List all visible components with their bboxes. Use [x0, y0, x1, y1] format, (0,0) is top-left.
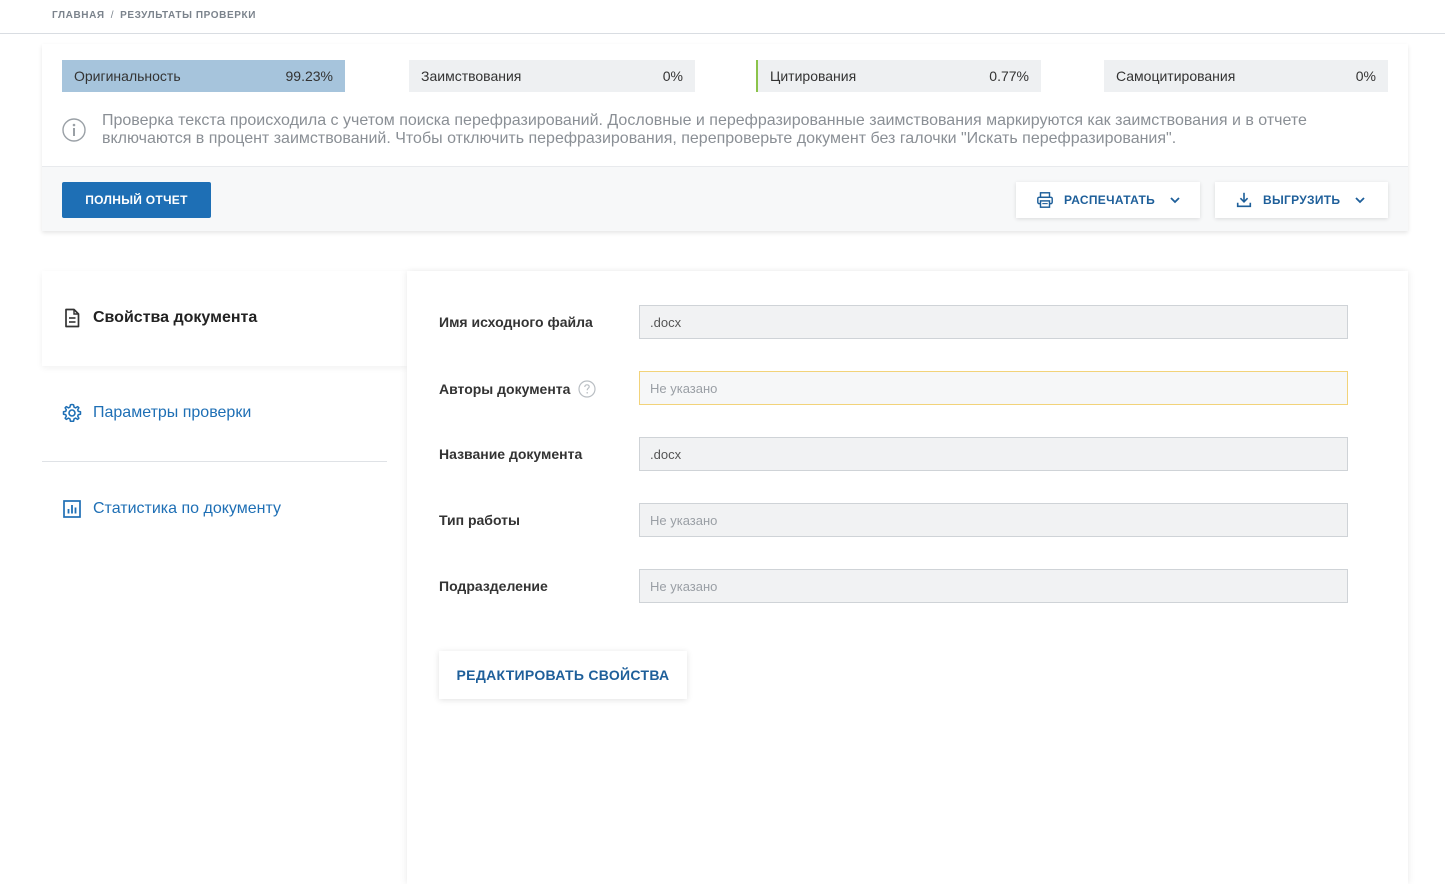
field-row-authors: Авторы документа	[439, 371, 1348, 405]
metric-originality-value: 99.23%	[285, 68, 333, 84]
breadcrumb-home-link[interactable]: ГЛАВНАЯ	[52, 10, 105, 21]
breadcrumb-bar: ГЛАВНАЯ / РЕЗУЛЬТАТЫ ПРОВЕРКИ	[0, 0, 1445, 34]
sidebar-item-label: Свойства документа	[93, 309, 258, 326]
sidebar-item-document-properties[interactable]: Свойства документа	[62, 308, 257, 328]
report-toolbar: ПОЛНЫЙ ОТЧЕТ РАСПЕЧАТАТЬ ВЫГРУЗИТЬ	[42, 166, 1408, 231]
info-text: Проверка текста происходила с учетом пои…	[102, 112, 1307, 147]
field-label: Имя исходного файла	[439, 314, 593, 330]
printer-icon	[1037, 192, 1053, 208]
chevron-down-icon	[1355, 197, 1365, 204]
download-icon	[1236, 192, 1252, 208]
metric-originality: Оригинальность 99.23%	[62, 60, 345, 92]
field-label: Авторы документа	[439, 381, 571, 397]
field-row-department: Подразделение	[439, 569, 1348, 603]
print-button-label: РАСПЕЧАТАТЬ	[1064, 193, 1156, 207]
department-field[interactable]	[639, 569, 1348, 603]
export-button[interactable]: ВЫГРУЗИТЬ	[1215, 182, 1388, 218]
metric-borrowings: Заимствования 0%	[409, 60, 695, 92]
field-row-title: Название документа	[439, 437, 1348, 471]
help-icon[interactable]	[578, 380, 597, 398]
sidebar-item-label: Параметры проверки	[93, 404, 252, 421]
chevron-down-icon	[1170, 197, 1180, 204]
field-row-source-file: Имя исходного файла	[439, 305, 1348, 339]
info-icon	[62, 118, 86, 142]
document-icon	[65, 308, 80, 328]
breadcrumb: ГЛАВНАЯ / РЕЗУЛЬТАТЫ ПРОВЕРКИ	[52, 10, 256, 21]
metric-borrowings-value: 0%	[662, 68, 683, 84]
print-button[interactable]: РАСПЕЧАТАТЬ	[1016, 182, 1200, 218]
document-properties-form: Имя исходного файла Авторы документа Наз…	[407, 271, 1408, 884]
gear-icon	[62, 403, 82, 422]
document-title-field[interactable]	[639, 437, 1348, 471]
summary-card: Оригинальность 99.23% Заимствования 0% Ц…	[42, 44, 1408, 231]
field-label-authors: Авторы документа	[439, 380, 597, 398]
sidebar-item-document-statistics[interactable]: Статистика по документу	[62, 499, 281, 519]
breadcrumb-current: РЕЗУЛЬТАТЫ ПРОВЕРКИ	[120, 10, 257, 21]
source-file-name-field[interactable]	[639, 305, 1348, 339]
full-report-button[interactable]: ПОЛНЫЙ ОТЧЕТ	[62, 182, 211, 218]
breadcrumb-separator: /	[110, 10, 115, 21]
field-label: Тип работы	[439, 512, 520, 528]
sidebar-item-label: Статистика по документу	[93, 500, 281, 517]
metric-citations: Цитирования 0.77%	[756, 60, 1041, 92]
field-label: Подразделение	[439, 578, 548, 594]
metric-borrowings-label: Заимствования	[421, 68, 522, 84]
work-type-field[interactable]	[639, 503, 1348, 537]
export-button-label: ВЫГРУЗИТЬ	[1263, 193, 1341, 207]
field-row-work-type: Тип работы	[439, 503, 1348, 537]
metric-self-citations: Самоцитирования 0%	[1104, 60, 1388, 92]
metric-citations-label: Цитирования	[770, 68, 857, 84]
metric-citations-value: 0.77%	[989, 68, 1029, 84]
sidebar-divider	[42, 461, 387, 462]
chart-icon	[63, 500, 81, 518]
document-panel: Свойства документа Параметры проверки Ст…	[42, 271, 1408, 884]
metric-self-citations-label: Самоцитирования	[1116, 68, 1236, 84]
metric-self-citations-value: 0%	[1355, 68, 1376, 84]
authors-field[interactable]	[639, 371, 1348, 405]
edit-properties-button[interactable]: РЕДАКТИРОВАТЬ СВОЙСТВА	[439, 651, 687, 699]
field-label: Название документа	[439, 446, 583, 462]
metric-originality-label: Оригинальность	[74, 68, 181, 84]
sidebar-item-check-parameters[interactable]: Параметры проверки	[62, 403, 251, 423]
